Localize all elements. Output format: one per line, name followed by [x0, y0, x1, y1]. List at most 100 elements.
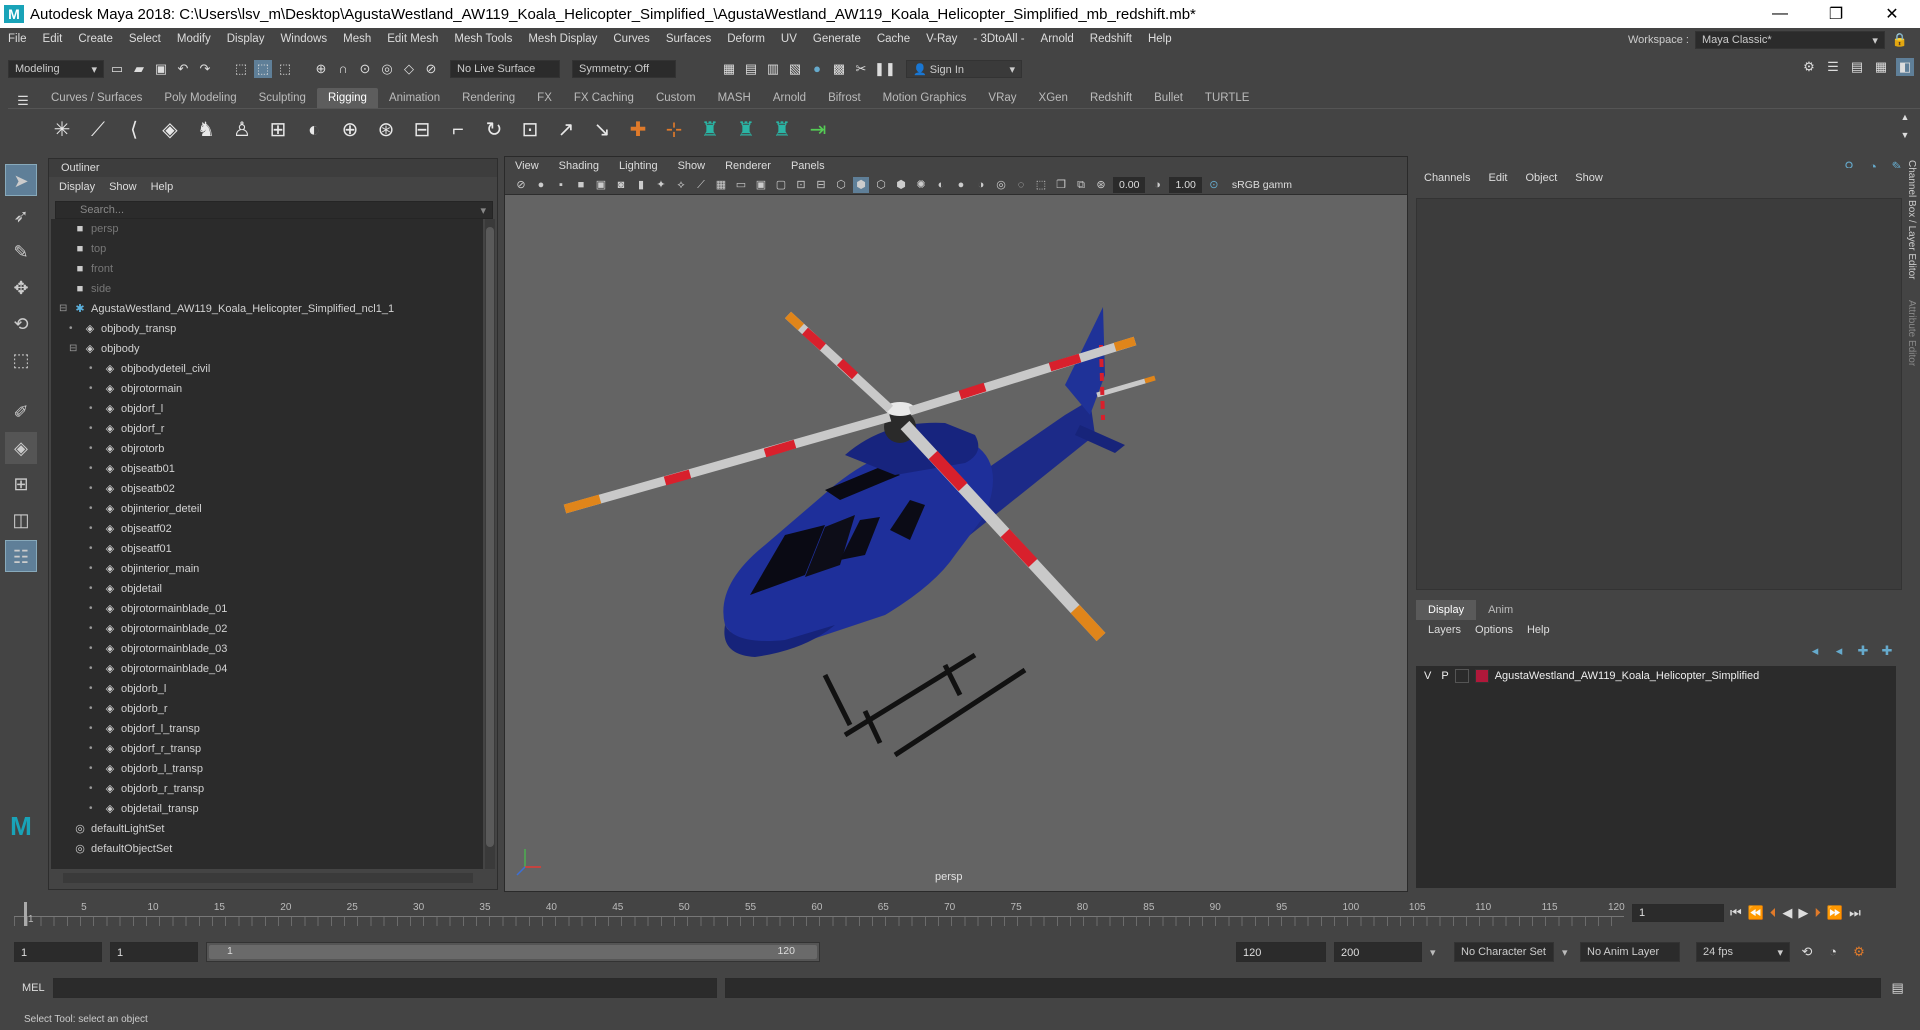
- shelf-tab-vray[interactable]: VRay: [977, 88, 1027, 108]
- outliner-item[interactable]: • ◈ objdorf_l: [51, 399, 483, 419]
- layer-playback-toggle[interactable]: P: [1441, 666, 1448, 686]
- expand-toggle-icon[interactable]: •: [89, 719, 93, 739]
- shadows-icon[interactable]: ◐: [933, 177, 949, 193]
- make-live-icon[interactable]: ⊘: [422, 60, 440, 78]
- point-constraint-icon[interactable]: ⌐: [444, 115, 472, 145]
- safe-title-icon[interactable]: ⊟: [813, 177, 829, 193]
- shelf-tab-animation[interactable]: Animation: [378, 88, 451, 108]
- textured-icon[interactable]: ⬢: [893, 177, 909, 193]
- expand-toggle-icon[interactable]: •: [89, 419, 93, 439]
- menu-edit[interactable]: Edit: [35, 33, 71, 45]
- orient-constraint-icon[interactable]: ↻: [480, 115, 508, 145]
- layer-menu-layers[interactable]: Layers: [1428, 624, 1461, 636]
- outliner-item[interactable]: • ◈ objseatb01: [51, 459, 483, 479]
- expand-toggle-icon[interactable]: •: [89, 619, 93, 639]
- viewport-menu-panels[interactable]: Panels: [791, 160, 825, 172]
- redshift-icon[interactable]: ✂: [852, 60, 870, 78]
- use-all-lights-icon[interactable]: ✺: [913, 177, 929, 193]
- menu-select[interactable]: Select: [121, 33, 169, 45]
- outliner-item[interactable]: ◎ defaultLightSet: [51, 819, 483, 839]
- ik-chain-icon[interactable]: ◈: [156, 115, 184, 145]
- outliner-item[interactable]: • ◈ objseatb02: [51, 479, 483, 499]
- snap-plane-icon[interactable]: ◇: [400, 60, 418, 78]
- grid-icon[interactable]: ▦: [713, 177, 729, 193]
- outliner-item[interactable]: • ◈ objdetail: [51, 579, 483, 599]
- shelf-tab-xgen[interactable]: XGen: [1028, 88, 1079, 108]
- new-scene-icon[interactable]: ▭: [108, 60, 126, 78]
- menu-mesh[interactable]: Mesh: [335, 33, 379, 45]
- menu-file[interactable]: File: [0, 33, 35, 45]
- shelf-tab-fx-caching[interactable]: FX Caching: [563, 88, 645, 108]
- outliner-item[interactable]: • ◈ objrotormainblade_04: [51, 659, 483, 679]
- wireframe-on-shaded-icon[interactable]: ⬡: [873, 177, 889, 193]
- snap-surface-icon[interactable]: ◎: [378, 60, 396, 78]
- ipr-render-icon[interactable]: ▥: [764, 60, 782, 78]
- undo-icon[interactable]: ↶: [174, 60, 192, 78]
- rotate-tool-icon[interactable]: ⟲: [5, 308, 37, 340]
- expand-toggle-icon[interactable]: •: [89, 379, 93, 399]
- xray-active-icon[interactable]: ⧉: [1073, 177, 1089, 193]
- outliner-item[interactable]: ■ front: [51, 259, 483, 279]
- lock-icon[interactable]: 🔒: [1891, 31, 1909, 49]
- time-slider[interactable]: 1 5 10 15 20 25 30 35 40 45 50 55 60 65 70 75 80 85 90 95 10…: [14, 898, 1625, 928]
- smooth-shade-icon[interactable]: ⬢: [853, 176, 869, 193]
- menu-set-dropdown[interactable]: Modeling ▾: [8, 60, 104, 78]
- minimize-icon[interactable]: —: [1752, 0, 1808, 28]
- step-forward-key-icon[interactable]: ⏩: [1827, 905, 1843, 921]
- wrap-deformer-icon[interactable]: ♜: [732, 115, 760, 145]
- outliner-item[interactable]: ■ persp: [51, 219, 483, 239]
- shelf-tab-rendering[interactable]: Rendering: [451, 88, 526, 108]
- current-time-indicator[interactable]: [24, 902, 27, 926]
- shelf-tab-sculpting[interactable]: Sculpting: [248, 88, 317, 108]
- open-scene-icon[interactable]: ▰: [130, 60, 148, 78]
- expand-toggle-icon[interactable]: •: [89, 759, 93, 779]
- scale-constraint-icon[interactable]: ⊡: [516, 115, 544, 145]
- expand-toggle-icon[interactable]: •: [89, 559, 93, 579]
- animation-start-field[interactable]: 1: [14, 942, 102, 962]
- layer-visibility-toggle[interactable]: V: [1424, 666, 1431, 686]
- outliner-item[interactable]: • ◈ objinterior_main: [51, 559, 483, 579]
- camera-attributes-icon[interactable]: ⊘: [513, 177, 529, 193]
- select-component-icon[interactable]: ⬚: [276, 60, 294, 78]
- grid-toggle-icon[interactable]: ✦: [653, 177, 669, 193]
- lasso-tool-icon[interactable]: ➶: [5, 200, 37, 232]
- expand-toggle-icon[interactable]: ⊟: [69, 339, 77, 359]
- maya-home-icon[interactable]: M: [5, 810, 37, 842]
- shelf-tab-redshift[interactable]: Redshift: [1079, 88, 1143, 108]
- expand-toggle-icon[interactable]: •: [89, 739, 93, 759]
- expand-toggle-icon[interactable]: •: [89, 679, 93, 699]
- select-hierarchy-icon[interactable]: ⬚: [232, 60, 250, 78]
- character-set-dropdown[interactable]: No Character Set: [1454, 942, 1554, 962]
- motion-blur-icon[interactable]: ◑: [973, 177, 989, 193]
- tool-settings-icon[interactable]: ▤: [1848, 58, 1866, 76]
- expand-toggle-icon[interactable]: •: [89, 439, 93, 459]
- four-pane-layout-icon[interactable]: ⊞: [5, 468, 37, 500]
- menu-mesh-display[interactable]: Mesh Display: [520, 33, 605, 45]
- outliner-item[interactable]: • ◈ objdorf_l_transp: [51, 719, 483, 739]
- script-editor-icon[interactable]: ▤: [1889, 979, 1907, 997]
- outliner-item[interactable]: ■ side: [51, 279, 483, 299]
- animation-preferences-icon[interactable]: ⚙: [1850, 943, 1868, 961]
- channelbox-menu-edit[interactable]: Edit: [1488, 172, 1507, 184]
- parent-constraint-icon[interactable]: ⊟: [408, 115, 436, 145]
- menu-edit-mesh[interactable]: Edit Mesh: [379, 33, 446, 45]
- locator-icon[interactable]: ✚: [624, 115, 652, 145]
- command-input[interactable]: [52, 978, 717, 998]
- two-pane-layout-icon[interactable]: ◫: [5, 504, 37, 536]
- playback-end-field[interactable]: 120: [1236, 942, 1326, 962]
- viewport-menu-show[interactable]: Show: [678, 160, 706, 172]
- close-icon[interactable]: ✕: [1864, 0, 1920, 28]
- multisample-aa-icon[interactable]: ◎: [993, 177, 1009, 193]
- outliner-item[interactable]: • ◈ objdorb_r: [51, 699, 483, 719]
- play-forwards-icon[interactable]: ▶: [1798, 905, 1808, 921]
- outliner-vertical-scrollbar[interactable]: [485, 219, 495, 869]
- aim-constraint-icon[interactable]: ↗: [552, 115, 580, 145]
- xray-joints-icon[interactable]: ❐: [1053, 177, 1069, 193]
- shelf-tab-motion-graphics[interactable]: Motion Graphics: [872, 88, 978, 108]
- animation-end-field[interactable]: 200: [1334, 942, 1422, 962]
- shelf-tab-mash[interactable]: MASH: [707, 88, 762, 108]
- step-back-frame-icon[interactable]: ⏴: [1770, 905, 1777, 921]
- expand-toggle-icon[interactable]: •: [69, 319, 73, 339]
- outliner-menu-help[interactable]: Help: [151, 181, 174, 193]
- expand-toggle-icon[interactable]: •: [89, 359, 93, 379]
